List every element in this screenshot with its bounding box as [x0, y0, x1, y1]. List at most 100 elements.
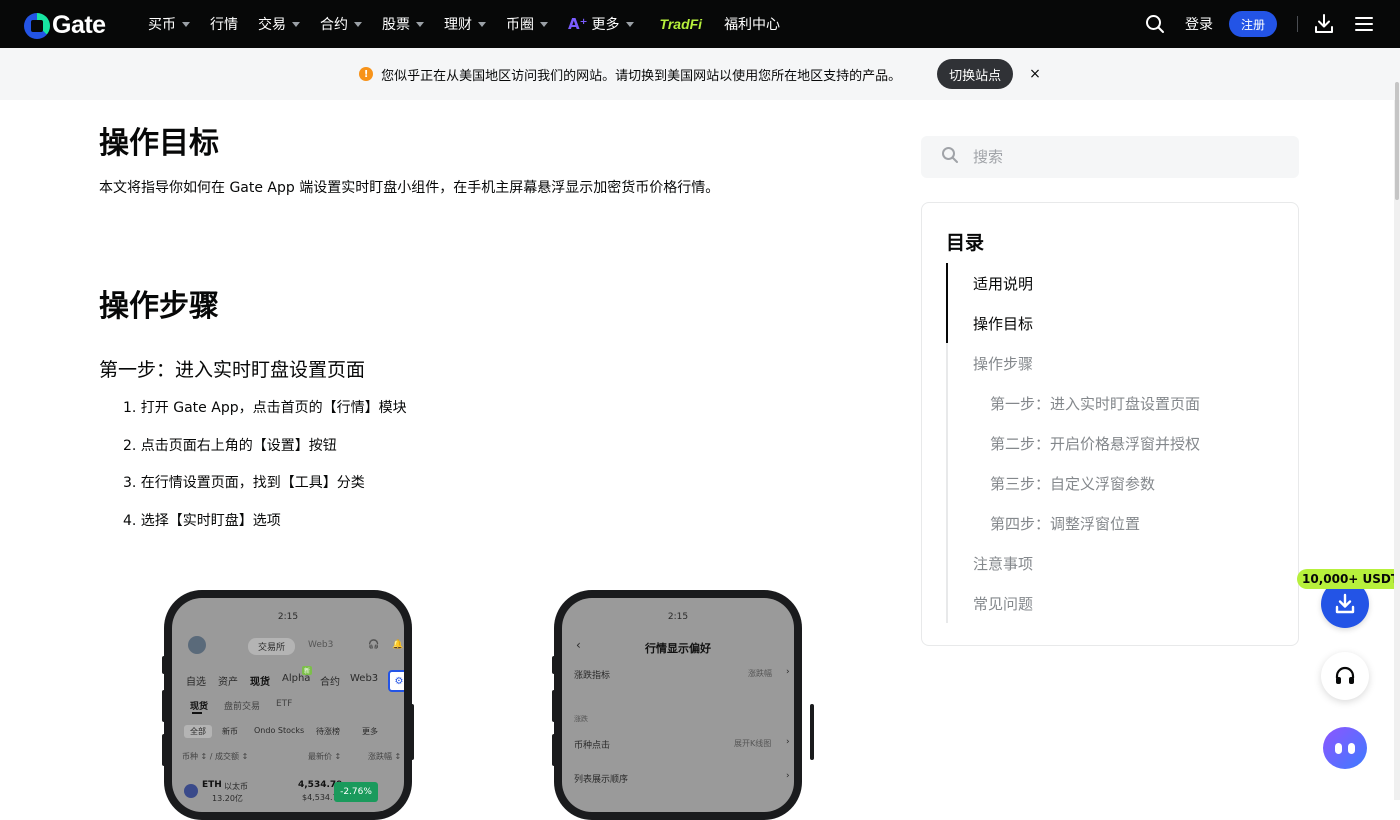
- nav-item-earn[interactable]: 理财: [444, 14, 486, 34]
- row-volume: 13.20亿: [212, 794, 243, 803]
- phone-top-tab: Web3: [350, 673, 379, 684]
- register-button[interactable]: 注册: [1228, 11, 1277, 37]
- phone-sub-tab: ETF: [276, 699, 293, 709]
- col-header-change: 涨跌幅 ↕: [368, 752, 402, 761]
- section-title-goal: 操作目标: [99, 126, 219, 161]
- pref-section-label: 涨跌: [574, 715, 588, 723]
- toc-item-step2[interactable]: 第二步：开启价格悬浮窗并授权: [990, 433, 1200, 454]
- chevron-right-icon: ›: [786, 667, 790, 677]
- toc-item-step1[interactable]: 第一步：进入实时盯盘设置页面: [990, 393, 1200, 414]
- avatar: [188, 636, 206, 654]
- phone-sub-tab: 现货: [190, 702, 209, 712]
- top-navigation: Gate 买币 行情 交易 合约 股票 理财 币圈 A⁺ 更多 TradFi 福…: [0, 0, 1400, 48]
- main-menu: 买币 行情 交易 合约 股票 理财 币圈 A⁺ 更多 TradFi 福利中心: [148, 0, 800, 48]
- pref-row-value: 涨跌幅: [748, 669, 772, 678]
- chevron-down-icon: [625, 21, 634, 27]
- phone-top-tab: 合约: [320, 677, 340, 688]
- download-icon[interactable]: [1312, 12, 1336, 36]
- tradfi-link[interactable]: TradFi: [660, 16, 703, 32]
- status-time: 2:15: [667, 612, 689, 622]
- nav-item-stocks[interactable]: 股票: [382, 14, 424, 34]
- phone-screen: 2:15 交易所 Web3 🎧 🔔 自选 资产 现货 Alpha 新 合约 We…: [172, 598, 404, 812]
- nav-item-trade[interactable]: 交易: [258, 14, 300, 34]
- headphones-icon: [1335, 666, 1355, 684]
- toc-item-step4[interactable]: 第四步：调整浮窗位置: [990, 513, 1140, 534]
- close-icon[interactable]: ×: [1029, 66, 1041, 82]
- chevron-right-icon: ›: [786, 737, 790, 747]
- ai-sparkle-icon: A⁺: [568, 15, 588, 33]
- phone-screen: 2:15 ‹ 行情显示偏好 涨跌指标 涨跌幅 › 涨跌 币种点击 展开K线图 ›…: [562, 598, 794, 812]
- phone-top-tab: 现货: [250, 677, 270, 688]
- promo-badge: 10,000+ USDT: [1297, 569, 1400, 589]
- ai-assistant-button[interactable]: [1321, 724, 1369, 772]
- toc-item-step3[interactable]: 第三步：自定义浮窗参数: [990, 473, 1155, 494]
- float-support-button[interactable]: [1321, 652, 1369, 700]
- nav-item-futures[interactable]: 合约: [320, 14, 362, 34]
- row-symbol: ETH: [202, 780, 222, 790]
- logo-text: Gate: [52, 11, 106, 39]
- phone-filter-chip: 待涨榜: [316, 727, 340, 736]
- toc-active-indicator: [946, 263, 948, 343]
- chevron-right-icon: ›: [786, 771, 790, 781]
- nav-actions: 登录 注册: [1143, 0, 1400, 48]
- toc-title: 目录: [946, 232, 985, 254]
- list-item: 1. 打开 Gate App，点击首页的【行情】模块: [123, 400, 407, 416]
- toc-item-steps[interactable]: 操作步骤: [973, 353, 1033, 374]
- pref-row-label: 列表展示顺序: [574, 775, 629, 785]
- phone-tab-web3: Web3: [308, 640, 334, 650]
- nav-item-community[interactable]: 币圈: [506, 14, 548, 34]
- bell-icon: 🔔: [392, 640, 404, 650]
- toc-item-notes[interactable]: 注意事项: [973, 553, 1033, 574]
- section-title-steps: 操作步骤: [99, 289, 219, 324]
- phone-sub-tab: 盘前交易: [224, 702, 261, 712]
- active-tab-indicator: [192, 712, 202, 714]
- phone-screenshot-display-preferences: 2:15 ‹ 行情显示偏好 涨跌指标 涨跌幅 › 涨跌 币种点击 展开K线图 ›…: [554, 590, 802, 820]
- phone-side-button: [810, 704, 814, 760]
- chevron-down-icon: [416, 21, 424, 27]
- bot-eye: [1335, 742, 1342, 754]
- scrollbar-thumb[interactable]: [1395, 82, 1399, 200]
- login-link[interactable]: 登录: [1185, 14, 1213, 34]
- chevron-down-icon: [354, 21, 362, 27]
- step-list: 1. 打开 Gate App，点击首页的【行情】模块 2. 点击页面右上角的【设…: [123, 397, 407, 547]
- download-icon: [1335, 593, 1355, 614]
- phone-top-tab: 资产: [218, 677, 238, 688]
- nav-item-more[interactable]: A⁺ 更多: [568, 14, 634, 34]
- phone-screenshot-markets: 2:15 交易所 Web3 🎧 🔔 自选 资产 现货 Alpha 新 合约 We…: [164, 590, 412, 820]
- bot-eye: [1348, 742, 1355, 754]
- chevron-down-icon: [182, 21, 190, 27]
- switch-site-button[interactable]: 切换站点: [937, 59, 1014, 89]
- status-time: 2:15: [277, 612, 299, 622]
- menu-icon[interactable]: [1352, 12, 1376, 36]
- toc-item-goal[interactable]: 操作目标: [973, 313, 1033, 334]
- phone-header-title: 行情显示偏好: [645, 642, 711, 655]
- gate-logo-icon: [24, 12, 50, 39]
- col-header-price: 最新价 ↕: [308, 752, 342, 761]
- nav-item-buy-crypto[interactable]: 买币: [148, 14, 190, 34]
- step1-title: 第一步：进入实时盯盘设置页面: [99, 359, 366, 381]
- search-input[interactable]: [973, 148, 1273, 166]
- list-item: 2. 点击页面右上角的【设置】按钮: [123, 437, 337, 454]
- ai-bot-icon: [1323, 727, 1367, 769]
- article-intro: 本文将指导你如何在 Gate App 端设置实时盯盘小组件，在手机主屏幕悬浮显示…: [99, 180, 720, 196]
- scrollbar-track[interactable]: [1394, 100, 1400, 800]
- toc-item-faq[interactable]: 常见问题: [973, 593, 1033, 614]
- gate-logo[interactable]: Gate: [24, 11, 106, 40]
- chevron-down-icon: [540, 21, 548, 27]
- pref-row-label: 币种点击: [574, 741, 611, 751]
- article-search: [921, 136, 1299, 178]
- list-item: 4. 选择【实时盯盘】选项: [123, 512, 281, 529]
- settings-gear-icon: ⚙: [388, 670, 404, 692]
- exclamation-icon: !: [359, 67, 374, 81]
- list-item: 3. 在行情设置页面，找到【工具】分类: [123, 475, 365, 491]
- nav-item-welfare-center[interactable]: 福利中心: [724, 14, 780, 34]
- phone-tab-exchange: 交易所: [248, 638, 296, 655]
- toc-item-applicable[interactable]: 适用说明: [973, 273, 1033, 294]
- phone-filter-chip: Ondo Stocks: [254, 726, 305, 735]
- row-name: 以太币: [224, 782, 248, 791]
- region-notice-banner: ! 您似乎正在从美国地区访问我们的网站。请切换到美国网站以使用您所在地区支持的产…: [0, 48, 1400, 100]
- nav-item-markets[interactable]: 行情: [210, 14, 238, 34]
- search-icon[interactable]: [1143, 12, 1167, 36]
- pref-row-value: 展开K线图: [734, 739, 772, 748]
- phone-filter-chip: 全部: [184, 725, 212, 738]
